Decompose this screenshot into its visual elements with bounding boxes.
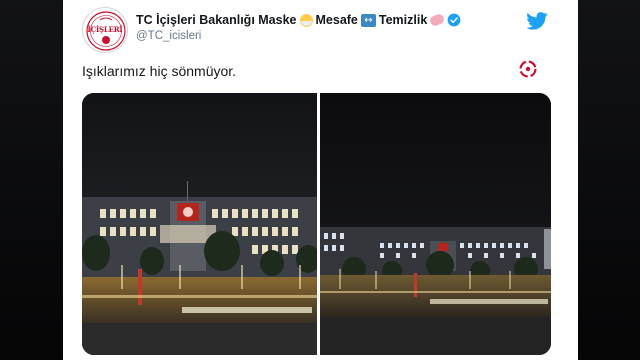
tweet-card: İÇİŞLERİ TC İçişleri Bakanlığı Maske Mes… xyxy=(63,0,578,360)
right-background-margin xyxy=(578,0,640,360)
author-name-row[interactable]: TC İçişleri Bakanlığı Maske Mesafe ↔ Tem… xyxy=(136,12,461,28)
soap-icon xyxy=(429,12,446,28)
left-right-arrow-icon: ↔ xyxy=(360,13,376,27)
left-background-margin xyxy=(0,0,63,360)
display-name-word-mesafe[interactable]: Mesafe xyxy=(316,13,358,27)
avatar-emblem-text: İÇİŞLERİ xyxy=(87,25,123,34)
avatar[interactable]: İÇİŞLERİ xyxy=(82,7,128,53)
refresh-logo-icon xyxy=(519,60,537,78)
photo-building-lit[interactable] xyxy=(82,93,317,355)
face-with-medical-mask-icon xyxy=(299,13,313,27)
verified-badge-icon xyxy=(447,13,461,27)
display-name-word-temizlik[interactable]: Temizlik xyxy=(379,13,427,27)
display-name[interactable]: TC İçişleri Bakanlığı Maske xyxy=(136,13,297,27)
user-handle[interactable]: @TC_icisleri xyxy=(136,30,201,42)
twitter-bird-icon[interactable] xyxy=(526,12,548,30)
photo-building-wide[interactable] xyxy=(320,93,551,355)
media-grid[interactable] xyxy=(82,93,551,355)
tweet-text: Işıklarımız hiç sönmüyor. xyxy=(82,63,237,79)
